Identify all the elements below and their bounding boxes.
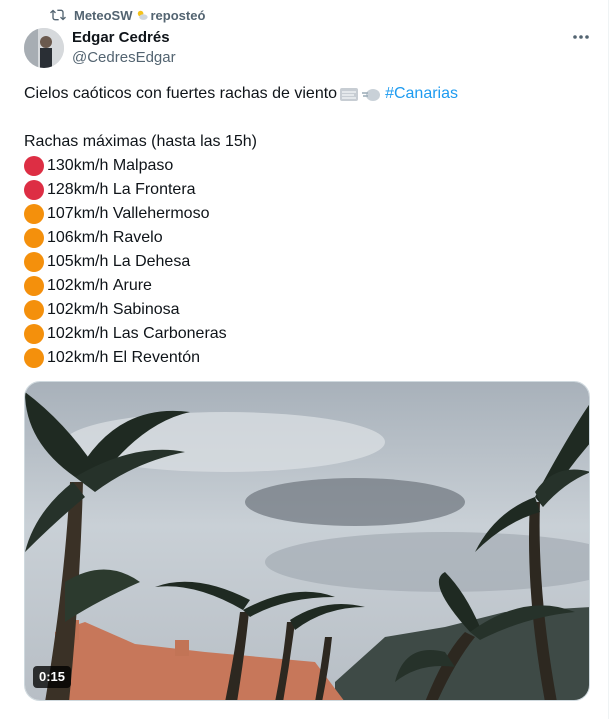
red-circle-icon [24, 156, 44, 176]
gust-place: Malpaso [112, 157, 174, 174]
gust-place: Ravelo [112, 229, 163, 246]
gust-item: 130km/h Malpaso [24, 154, 594, 178]
tweet-intro: Cielos caóticos con fuertes rachas de vi… [24, 85, 338, 102]
tweet-first-line: Cielos caóticos con fuertes rachas de vi… [24, 82, 594, 106]
gust-value: 105km/h [47, 253, 109, 270]
gust-item: 106km/h Ravelo [24, 226, 594, 250]
gust-item: 102km/h Sabinosa [24, 298, 594, 322]
more-options-icon[interactable] [570, 28, 592, 46]
red-circle-icon [24, 180, 44, 200]
gust-item: 128km/h La Frontera [24, 178, 594, 202]
tweet-card[interactable]: MeteoSW reposteó Edgar Cedrés @CedresEdg… [0, 0, 609, 719]
orange-circle-icon [24, 348, 44, 368]
gust-item: 102km/h Arure [24, 274, 594, 298]
orange-circle-icon [24, 300, 44, 320]
gust-value: 102km/h [47, 301, 109, 318]
hashtag-link[interactable]: #Canarias [385, 82, 458, 106]
video-thumbnail [25, 382, 589, 700]
gust-item: 102km/h Las Carboneras [24, 322, 594, 346]
gust-item: 105km/h La Dehesa [24, 250, 594, 274]
avatar-image [24, 28, 64, 68]
avatar[interactable] [24, 28, 64, 68]
orange-circle-icon [24, 252, 44, 272]
sun-cloud-emoji-icon [137, 10, 148, 20]
orange-circle-icon [24, 324, 44, 344]
fog-emoji-icon [340, 88, 359, 101]
gust-value: 128km/h [47, 181, 109, 198]
orange-circle-icon [24, 228, 44, 248]
gusts-heading: Rachas máximas (hasta las 15h) [24, 133, 257, 150]
gust-place: El Reventón [112, 349, 200, 366]
gust-value: 106km/h [47, 229, 109, 246]
gust-place: Las Carboneras [112, 325, 227, 342]
video-player[interactable]: 0:15 [24, 381, 590, 701]
gust-place: Arure [112, 277, 152, 294]
repost-user[interactable]: MeteoSW [74, 8, 133, 23]
gust-value: 130km/h [47, 157, 109, 174]
gust-value: 102km/h [47, 277, 109, 294]
repost-icon [50, 9, 66, 21]
gust-place: Sabinosa [112, 301, 180, 318]
wind-face-emoji-icon [362, 89, 381, 101]
gust-place: La Dehesa [112, 253, 191, 270]
gust-list: 130km/h Malpaso 128km/h La Frontera 107km/… [24, 154, 594, 370]
gust-value: 102km/h [47, 325, 109, 342]
orange-circle-icon [24, 276, 44, 296]
tweet-text: Cielos caóticos con fuertes rachas de vi… [24, 82, 594, 370]
gust-place: Vallehermoso [112, 205, 210, 222]
gust-value: 102km/h [47, 349, 109, 366]
gust-place: La Frontera [112, 181, 196, 198]
author-handle[interactable]: @CedresEdgar [72, 49, 176, 66]
gust-item: 102km/h El Reventón [24, 346, 594, 370]
repost-header[interactable]: MeteoSW reposteó [50, 6, 205, 24]
video-duration: 0:15 [33, 666, 72, 688]
gust-item: 107km/h Vallehermoso [24, 202, 594, 226]
gust-value: 107km/h [47, 205, 109, 222]
repost-label: reposteó [150, 7, 206, 23]
author-name[interactable]: Edgar Cedrés [72, 29, 170, 46]
orange-circle-icon [24, 204, 44, 224]
